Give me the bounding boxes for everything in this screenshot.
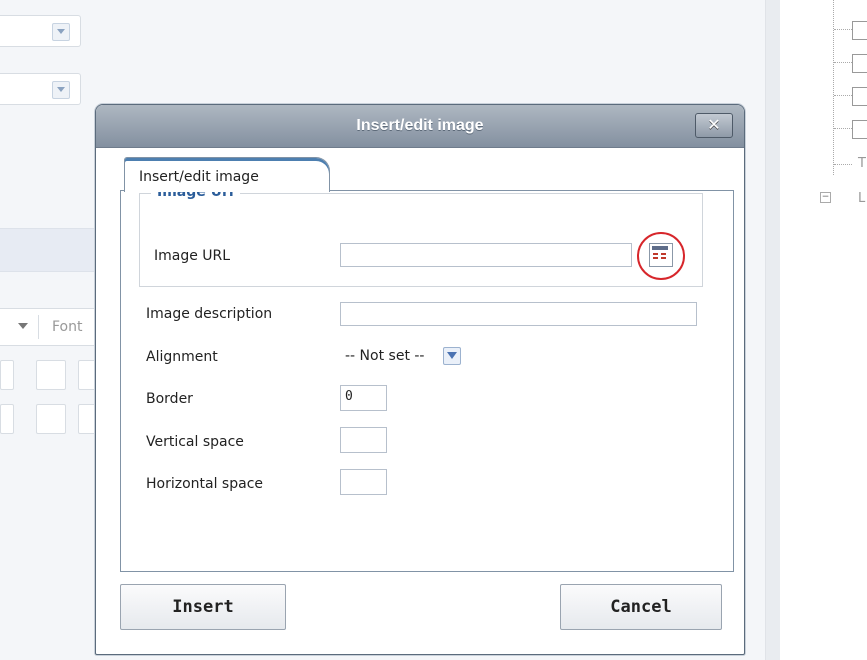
background-band <box>0 228 100 272</box>
image-description-label: Image description <box>146 306 273 322</box>
panel-divider <box>765 0 781 660</box>
divider <box>38 315 39 339</box>
tree-item[interactable] <box>852 120 867 139</box>
toolbar-button[interactable] <box>0 360 14 390</box>
cancel-button[interactable]: Cancel <box>560 584 722 630</box>
vertical-space-input[interactable] <box>340 427 387 453</box>
background-select-1[interactable] <box>0 15 81 47</box>
chevron-down-icon <box>52 23 70 41</box>
vertical-space-label: Vertical space <box>146 434 244 450</box>
tree-connector <box>834 62 852 64</box>
border-label: Border <box>146 391 193 407</box>
tree-item[interactable] <box>852 21 867 40</box>
tree-item[interactable] <box>852 87 867 106</box>
dropdown-arrow-icon <box>443 347 461 365</box>
background-select-2[interactable] <box>0 73 81 105</box>
tab-insert-edit-image[interactable]: Insert/edit image <box>124 157 330 192</box>
tree-connector <box>834 95 852 97</box>
tree-connector <box>833 0 834 175</box>
image-url-fieldset: Image Url <box>139 184 703 287</box>
toolbar-button[interactable] <box>0 404 14 434</box>
dialog-titlebar[interactable]: Insert/edit image ✕ <box>96 105 744 148</box>
image-description-input[interactable] <box>340 302 697 326</box>
font-select[interactable]: Font <box>0 308 101 346</box>
font-select-label: Font <box>52 319 83 335</box>
alignment-label: Alignment <box>146 349 218 365</box>
alignment-select[interactable]: -- Not set -- <box>342 345 466 369</box>
highlight-circle <box>637 232 685 280</box>
caret-down-icon <box>18 323 28 329</box>
image-icon[interactable] <box>36 404 66 434</box>
tree-connector <box>834 128 852 130</box>
dialog-title: Insert/edit image <box>356 117 484 134</box>
horizontal-space-label: Horizontal space <box>146 476 264 492</box>
tree-item-label[interactable]: L <box>858 191 865 206</box>
border-input[interactable]: 0 <box>340 385 387 411</box>
chevron-down-icon <box>52 81 70 99</box>
collapse-icon[interactable]: − <box>820 192 831 203</box>
image-url-label: Image URL <box>154 248 231 264</box>
alignment-selected-value: -- Not set -- <box>345 348 425 364</box>
close-button[interactable]: ✕ <box>695 113 733 138</box>
indent-icon[interactable] <box>36 360 66 390</box>
tab-label: Insert/edit image <box>139 169 259 185</box>
tree-connector <box>834 164 852 166</box>
insert-image-dialog: Insert/edit image ✕ Insert/edit image Im… <box>95 104 745 655</box>
insert-button[interactable]: Insert <box>120 584 286 630</box>
tree-item-label[interactable]: T <box>858 156 866 171</box>
horizontal-space-input[interactable] <box>340 469 387 495</box>
tree-connector <box>834 29 852 31</box>
tree-item[interactable] <box>852 54 867 73</box>
image-url-input[interactable] <box>340 243 632 267</box>
close-icon: ✕ <box>707 115 721 134</box>
